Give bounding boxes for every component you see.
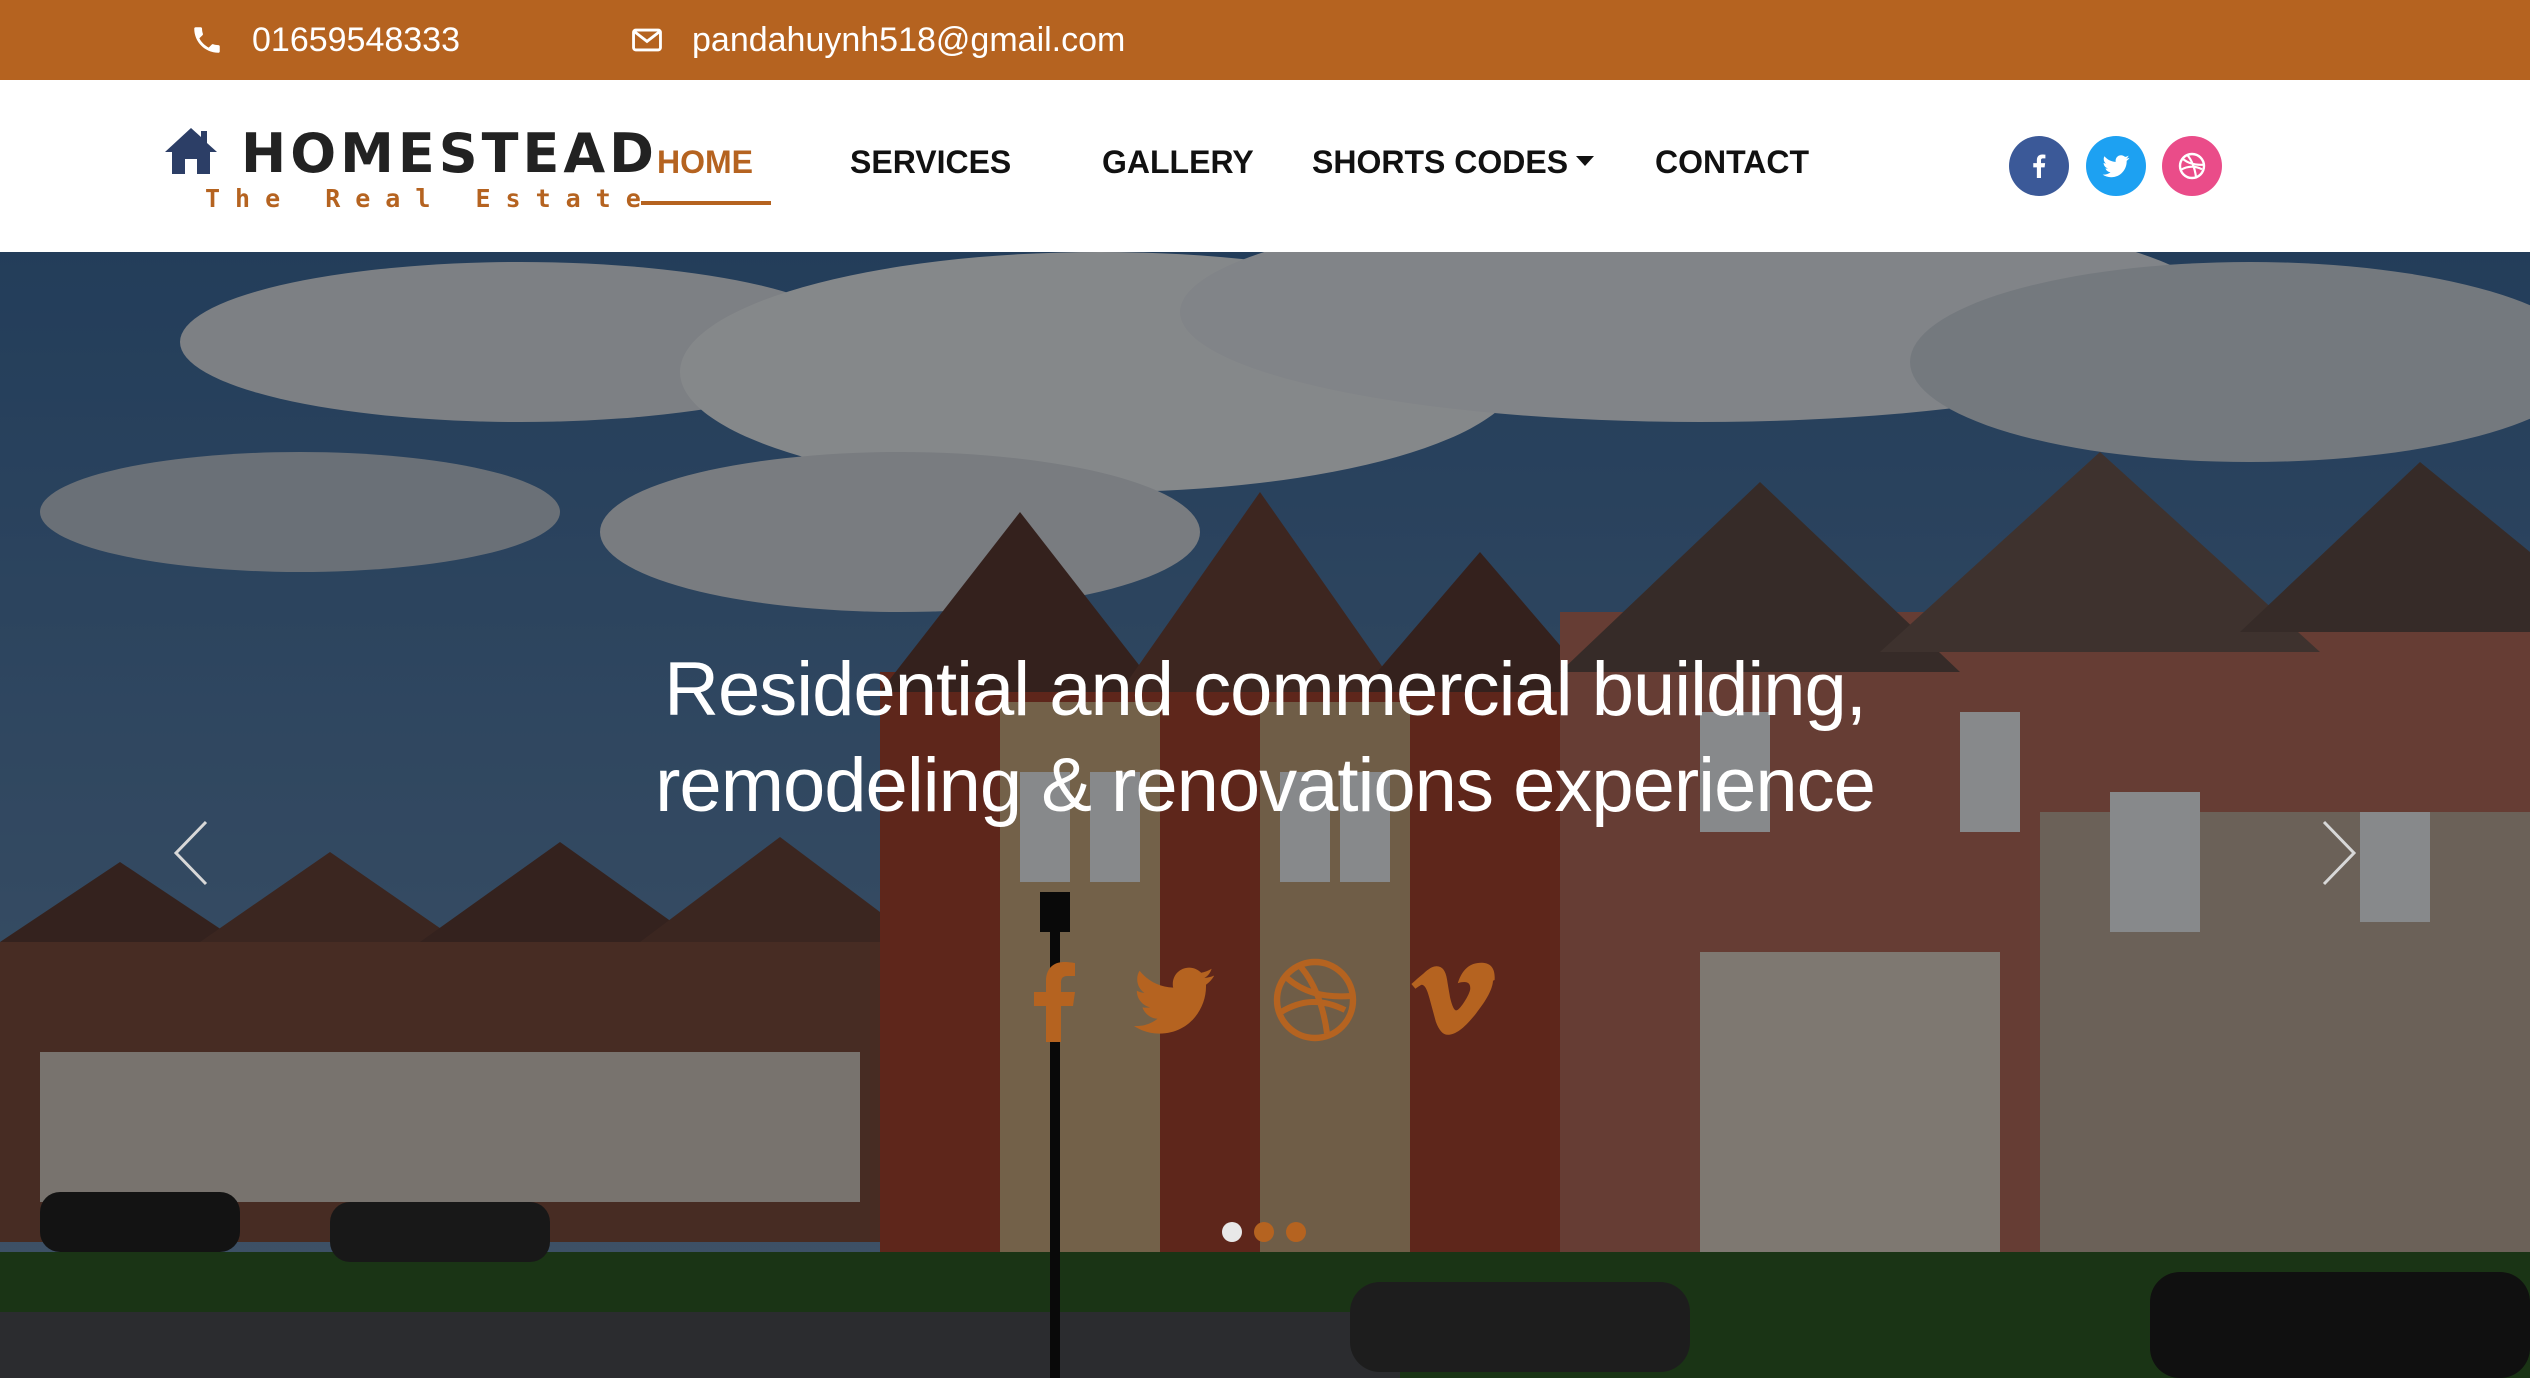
nav-shorts-codes[interactable]: SHORTS CODES (1312, 142, 1595, 182)
slide-dot-2[interactable] (1254, 1222, 1274, 1242)
brand-name: HOMESTEAD (241, 122, 658, 185)
hero-dribbble-icon[interactable] (1267, 952, 1363, 1048)
nav-gallery[interactable]: GALLERY (1102, 142, 1254, 182)
nav-home[interactable]: HOME (657, 142, 753, 182)
top-contact-bar: 01659548333 pandahuynh518@gmail.com (0, 0, 2530, 80)
hero-headline-line-2: remodeling & renovations experience (655, 743, 1876, 828)
main-navbar: HOMESTEAD The Real Estate HOME SERVICES … (0, 80, 2530, 252)
phone-icon (194, 27, 220, 53)
slide-dot-3[interactable] (1286, 1222, 1306, 1242)
house-icon (165, 128, 217, 174)
email-address: pandahuynh518@gmail.com (692, 20, 1126, 59)
nav-shorts-codes-label: SHORTS CODES (1312, 144, 1569, 180)
twitter-icon (2102, 155, 2130, 178)
hero-vimeo-icon[interactable] (1405, 952, 1501, 1048)
brand-logo[interactable]: HOMESTEAD The Real Estate (163, 122, 654, 213)
dribbble-icon (2178, 152, 2206, 180)
email-contact[interactable]: pandahuynh518@gmail.com (630, 0, 1125, 80)
nav-services[interactable]: SERVICES (850, 142, 1011, 182)
caret-down-icon (1576, 155, 1595, 166)
hero-headline-line-1: Residential and commercial building, (664, 647, 1867, 732)
phone-number: 01659548333 (252, 20, 461, 59)
envelope-icon (632, 28, 662, 52)
phone-contact[interactable]: 01659548333 (190, 0, 460, 80)
slide-dot-1[interactable] (1222, 1222, 1242, 1242)
hero-slider: Residential and commercial building, rem… (0, 252, 2530, 1378)
hero-facebook-icon[interactable] (1007, 952, 1103, 1048)
hero-twitter-icon[interactable] (1126, 952, 1222, 1048)
nav-twitter-link[interactable] (2086, 136, 2146, 196)
active-nav-indicator (641, 201, 771, 205)
nav-dribbble-link[interactable] (2162, 136, 2222, 196)
chevron-right-icon[interactable] (2318, 818, 2362, 888)
chevron-left-icon[interactable] (168, 818, 212, 888)
nav-contact[interactable]: CONTACT (1655, 142, 1809, 182)
brand-tagline: The Real Estate (205, 184, 656, 213)
hero-headline: Residential and commercial building, rem… (0, 642, 2530, 834)
facebook-icon (2033, 154, 2046, 178)
nav-facebook-link[interactable] (2009, 136, 2069, 196)
